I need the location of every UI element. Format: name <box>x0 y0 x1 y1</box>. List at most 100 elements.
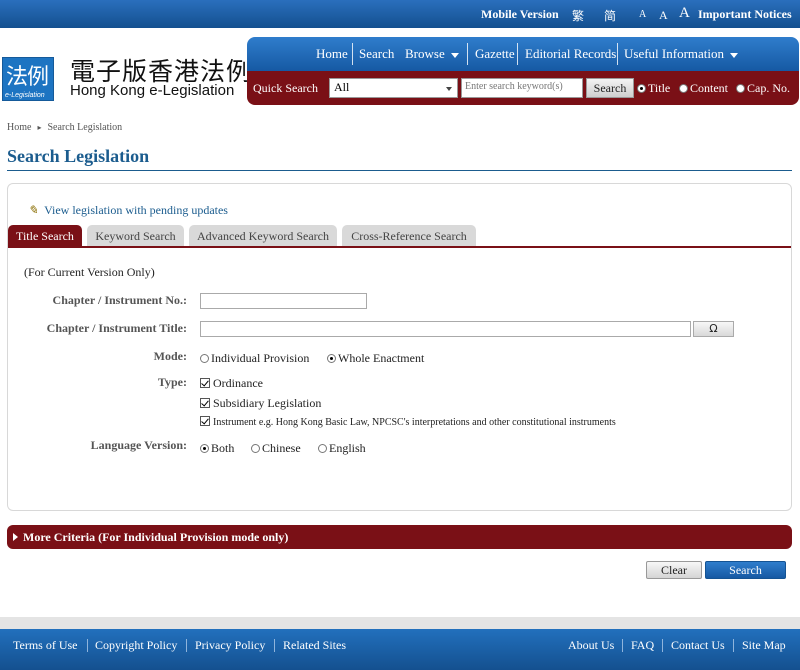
tab-advanced-keyword-search[interactable]: Advanced Keyword Search <box>189 225 337 247</box>
mode-option-label: Individual Provision <box>211 351 310 365</box>
footer-separator <box>622 639 623 652</box>
breadcrumb-separator-icon: ▸ <box>37 123 42 132</box>
font-size-large-button[interactable]: A <box>679 5 690 22</box>
radio-icon <box>679 84 688 93</box>
footer-site-map[interactable]: Site Map <box>742 638 786 653</box>
footer-separator <box>662 639 663 652</box>
chapter-no-label: Chapter / Instrument No.: <box>52 293 187 307</box>
more-criteria-label: More Criteria (For Individual Provision … <box>23 530 289 544</box>
quick-search-bar: Quick Search All Enter search keyword(s)… <box>247 71 799 105</box>
radio-icon <box>736 84 745 93</box>
important-notices-link[interactable]: Important Notices <box>698 7 792 22</box>
chapter-title-input[interactable] <box>200 321 691 337</box>
radio-selected-icon <box>637 84 646 93</box>
breadcrumb: Home ▸ Search Legislation <box>7 122 122 133</box>
footer-copyright-policy[interactable]: Copyright Policy <box>95 638 177 653</box>
mode-option-label: Whole Enactment <box>338 351 425 365</box>
language-both[interactable]: Both <box>200 441 234 456</box>
footer-privacy-policy[interactable]: Privacy Policy <box>195 638 265 653</box>
footer-spacer <box>0 617 800 629</box>
footer-separator <box>274 639 275 652</box>
footer-contact-us[interactable]: Contact Us <box>671 638 725 653</box>
nav-gazette[interactable]: Gazette <box>475 46 515 62</box>
footer-about-us[interactable]: About Us <box>568 638 614 653</box>
footer-separator <box>186 639 187 652</box>
main-navigation: Home Search Browse Gazette Editorial Rec… <box>247 37 799 71</box>
type-option-label: Ordinance <box>213 376 263 390</box>
search-button[interactable]: Search <box>705 561 786 579</box>
nav-useful-information-label: Useful Information <box>624 46 725 61</box>
breadcrumb-current: Search Legislation <box>47 122 123 133</box>
mode-individual-provision[interactable]: Individual Provision <box>200 351 309 366</box>
site-logo-icon[interactable]: 法例 e-Legislation <box>2 57 54 101</box>
footer-related-sites[interactable]: Related Sites <box>283 638 346 653</box>
footer-terms-of-use[interactable]: Terms of Use <box>13 638 77 653</box>
mode-whole-enactment[interactable]: Whole Enactment <box>327 351 424 366</box>
tab-cross-reference-search[interactable]: Cross-Reference Search <box>342 225 476 247</box>
nav-separator <box>467 43 468 65</box>
mobile-version-link[interactable]: Mobile Version <box>481 7 559 22</box>
special-characters-button[interactable]: Ω <box>693 321 734 337</box>
quick-search-input[interactable]: Enter search keyword(s) <box>461 78 583 98</box>
site-title-english[interactable]: Hong Kong e-Legislation <box>70 82 234 99</box>
tab-underline <box>8 246 791 248</box>
tab-keyword-search[interactable]: Keyword Search <box>87 225 184 247</box>
quick-search-option-title[interactable]: Title <box>637 81 670 96</box>
mode-label: Mode: <box>153 349 187 363</box>
font-size-medium-button[interactable]: A <box>659 8 668 23</box>
quick-search-scope-value: All <box>334 80 350 94</box>
chevron-down-icon <box>450 52 459 58</box>
quick-search-button[interactable]: Search <box>586 78 634 98</box>
language-option-label: Both <box>211 441 235 455</box>
pending-updates-link[interactable]: ✎ View legislation with pending updates <box>28 203 228 218</box>
checkbox-checked-icon <box>200 416 210 426</box>
current-version-note: (For Current Version Only) <box>24 265 155 279</box>
nav-separator <box>352 43 353 65</box>
breadcrumb-home[interactable]: Home <box>7 122 31 133</box>
logo-icon-text: 法例 <box>6 65 49 90</box>
caret-right-icon <box>13 533 18 541</box>
language-english[interactable]: English <box>318 441 366 456</box>
radio-icon <box>318 444 327 453</box>
traditional-chinese-link[interactable]: 繁 <box>572 7 584 24</box>
type-subsidiary-legislation-checkbox[interactable]: Subsidiary Legislation <box>200 396 321 411</box>
pending-updates-label: View legislation with pending updates <box>44 203 228 217</box>
type-ordinance-checkbox[interactable]: Ordinance <box>200 376 263 391</box>
tab-title-search[interactable]: Title Search <box>8 225 82 247</box>
simplified-chinese-link[interactable]: 简 <box>604 7 616 24</box>
logo-icon-subtext: e-Legislation <box>5 92 45 99</box>
pencil-icon: ✎ <box>28 203 39 217</box>
title-divider <box>7 170 792 171</box>
quick-search-option-label: Content <box>690 81 728 95</box>
quick-search-scope-select[interactable]: All <box>329 78 458 98</box>
checkbox-checked-icon <box>200 378 210 388</box>
footer-separator <box>87 639 88 652</box>
footer-separator <box>733 639 734 652</box>
nav-home[interactable]: Home <box>316 46 348 62</box>
chapter-no-input[interactable] <box>200 293 367 309</box>
quick-search-option-cap-no[interactable]: Cap. No. <box>736 81 790 96</box>
type-option-label: Instrument e.g. Hong Kong Basic Law, NPC… <box>213 417 616 428</box>
chevron-down-icon <box>446 87 452 91</box>
footer-faq[interactable]: FAQ <box>631 638 654 653</box>
nav-browse-label: Browse <box>405 46 445 61</box>
quick-search-option-label: Cap. No. <box>747 81 790 95</box>
quick-search-option-label: Title <box>648 81 671 95</box>
checkbox-checked-icon <box>200 398 210 408</box>
quick-search-option-content[interactable]: Content <box>679 81 728 96</box>
nav-useful-information[interactable]: Useful Information <box>624 46 739 62</box>
chapter-title-label: Chapter / Instrument Title: <box>46 321 187 335</box>
nav-separator <box>517 43 518 65</box>
type-instrument-checkbox[interactable]: Instrument e.g. Hong Kong Basic Law, NPC… <box>200 416 616 428</box>
nav-browse[interactable]: Browse <box>405 46 459 62</box>
radio-icon <box>200 354 209 363</box>
font-size-small-button[interactable]: A <box>639 9 646 20</box>
language-chinese[interactable]: Chinese <box>251 441 301 456</box>
clear-button[interactable]: Clear <box>646 561 702 579</box>
radio-selected-icon <box>200 444 209 453</box>
nav-search[interactable]: Search <box>359 46 394 62</box>
language-option-label: English <box>329 441 366 455</box>
language-option-label: Chinese <box>262 441 301 455</box>
more-criteria-toggle[interactable]: More Criteria (For Individual Provision … <box>7 525 792 549</box>
nav-editorial-records[interactable]: Editorial Records <box>525 46 616 62</box>
